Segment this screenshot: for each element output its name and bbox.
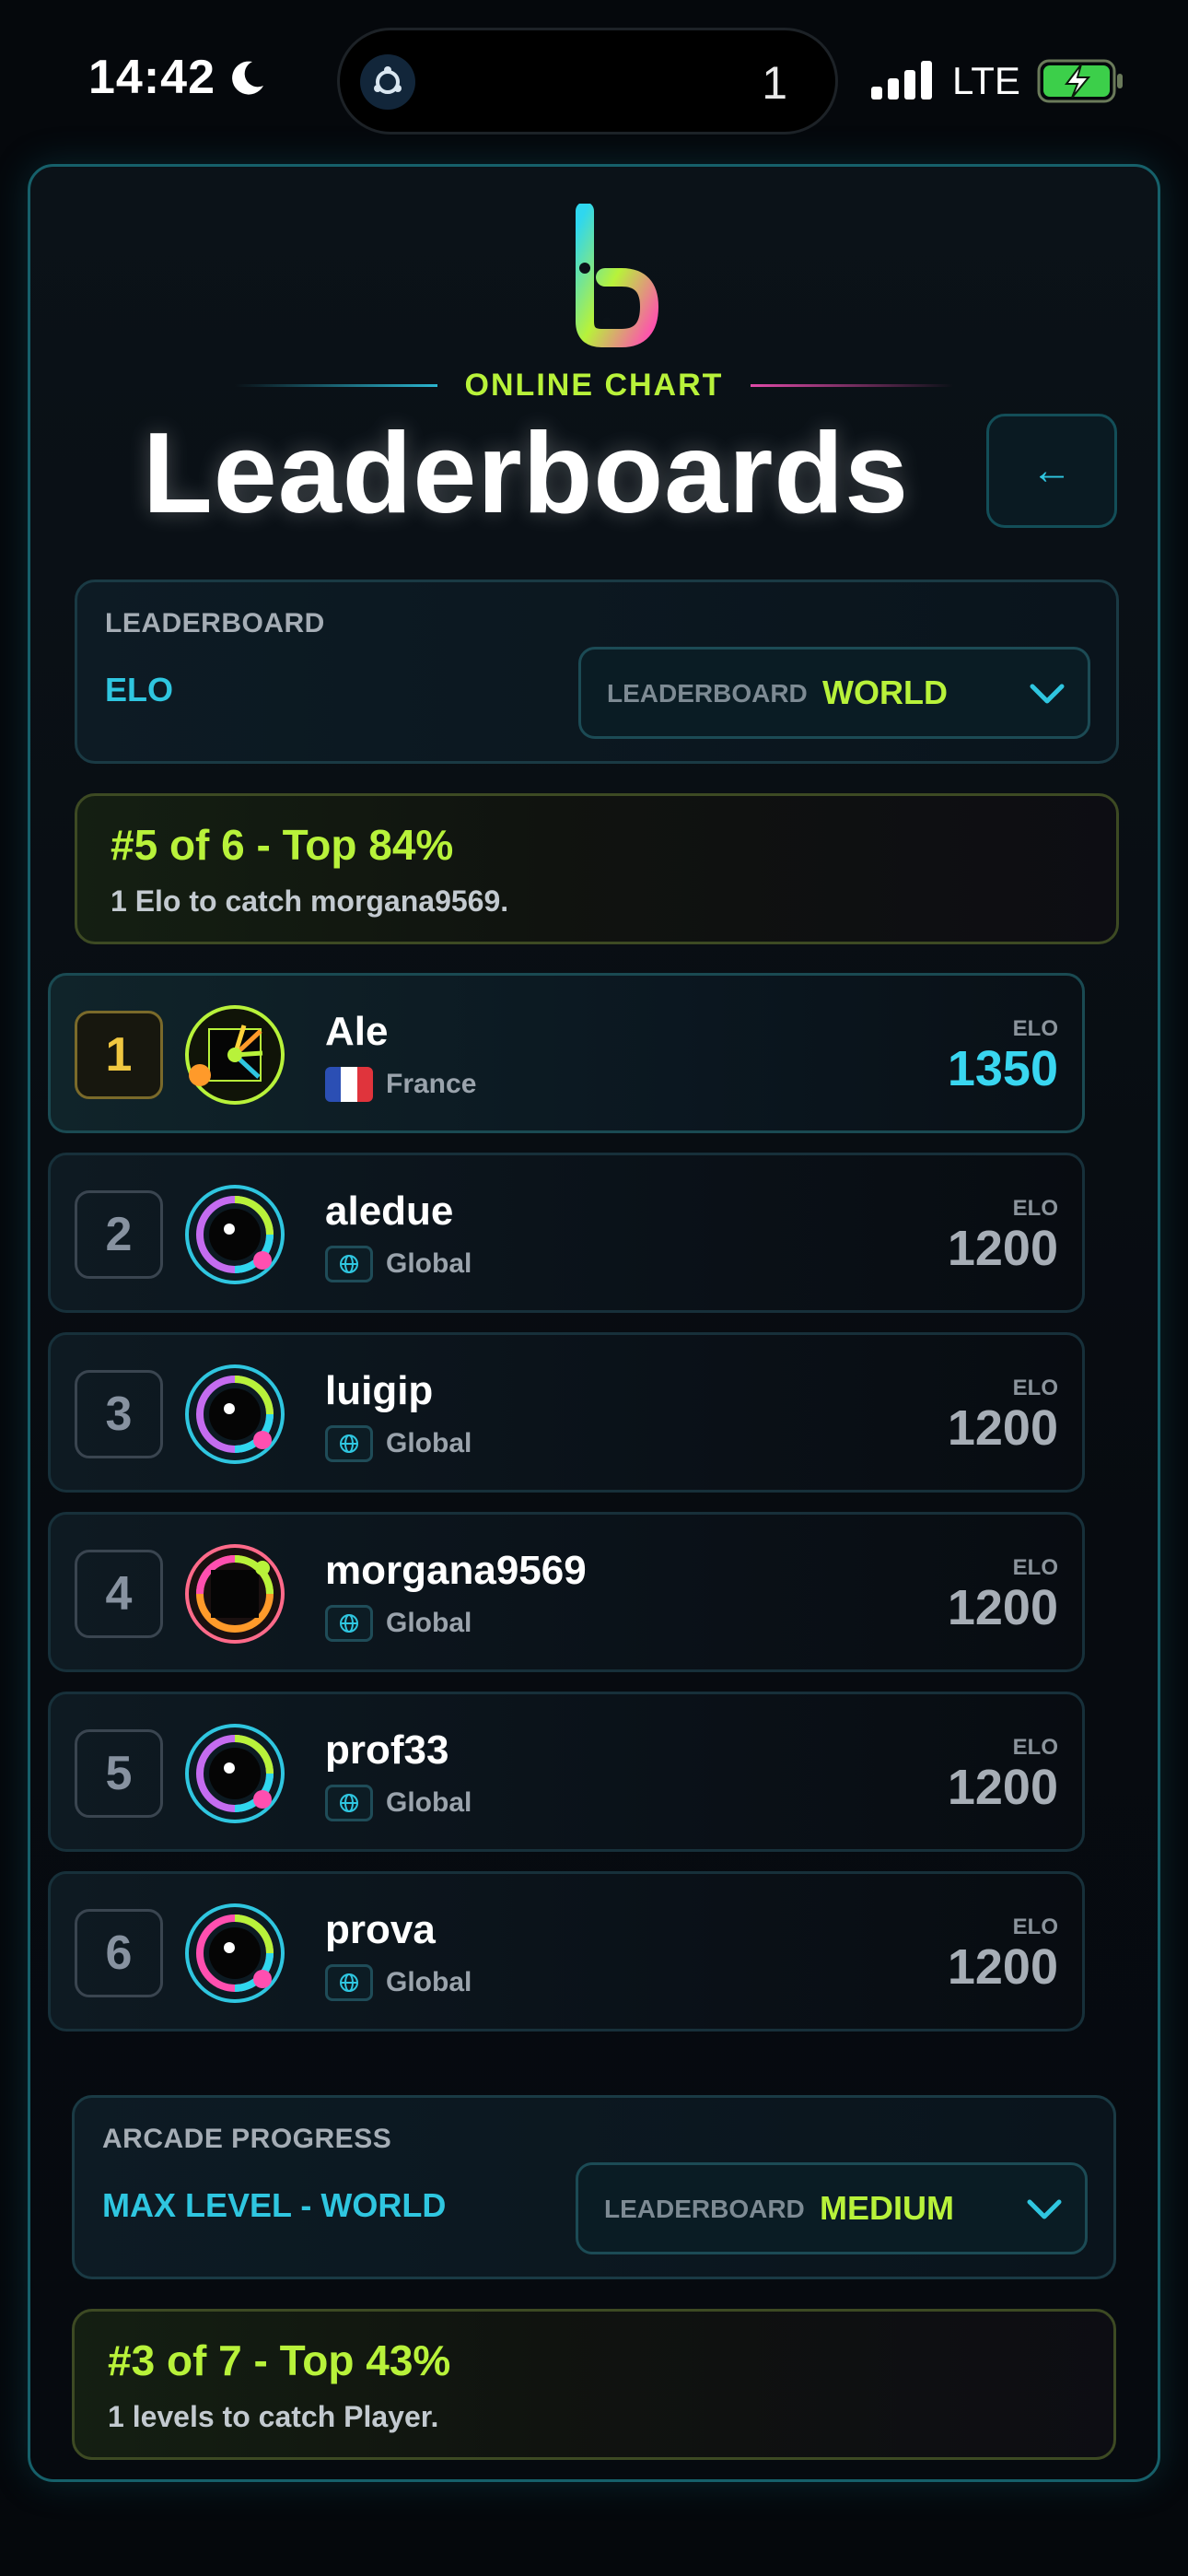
elo-label: ELO <box>1012 1016 1058 1041</box>
tagline-text: ONLINE CHART <box>464 367 724 403</box>
chart-tagline: ONLINE CHART <box>30 362 1158 408</box>
region-label: Global <box>386 1608 472 1638</box>
player-name: Ale <box>325 1009 389 1054</box>
leaderboard-row[interactable]: 3 luigip Global ELO 1200 <box>48 1332 1085 1493</box>
rank-title: #3 of 7 - Top 43% <box>108 2336 451 2384</box>
region-label: Global <box>386 1787 472 1818</box>
moon-icon <box>232 61 263 95</box>
selector-mode-value: ELO <box>105 671 174 708</box>
elo-label: ELO <box>1012 1376 1058 1400</box>
page-title: Leaderboards <box>143 410 910 537</box>
region-label: Global <box>386 1248 472 1279</box>
rank-title: #5 of 6 - Top 84% <box>111 821 454 869</box>
leaderboard-row[interactable]: 2 aledue Global ELO 1200 <box>48 1153 1085 1313</box>
player-region: Global <box>325 1244 472 1284</box>
signal-icon <box>871 61 932 100</box>
app-activity-icon <box>360 54 415 110</box>
elo-label: ELO <box>1012 1555 1058 1580</box>
rank-badge: 2 <box>75 1190 163 1279</box>
arcade-rank-panel: #3 of 7 - Top 43% 1 levels to catch Play… <box>72 2309 1116 2460</box>
chevron-down-icon <box>1030 684 1065 704</box>
island-count: 1 <box>762 57 787 109</box>
dynamic-island[interactable]: 1 <box>337 28 838 135</box>
selector-heading: ARCADE PROGRESS <box>102 2124 392 2154</box>
arcade-difficulty-dropdown[interactable]: LEADERBOARD MEDIUM <box>576 2162 1088 2254</box>
rank-badge: 1 <box>75 1011 163 1099</box>
arcade-selector-panel: ARCADE PROGRESS MAX LEVEL - WORLD LEADER… <box>72 2095 1116 2279</box>
player-region: Global <box>325 1603 472 1644</box>
chevron-down-icon <box>1027 2199 1062 2219</box>
app-logo-icon <box>576 204 659 347</box>
tagline-divider-left <box>234 383 437 387</box>
leaderboard-region-dropdown[interactable]: LEADERBOARD WORLD <box>578 647 1090 739</box>
france-flag-icon <box>325 1067 373 1102</box>
region-label: France <box>386 1069 477 1099</box>
dropdown-selected-value: WORLD <box>822 673 948 711</box>
battery-charging-icon <box>1037 59 1123 103</box>
region-label: Global <box>386 1428 472 1458</box>
player-name: prof33 <box>325 1727 449 1773</box>
selector-mode-value: MAX LEVEL - WORLD <box>102 2186 447 2224</box>
avatar-icon <box>185 1903 285 2003</box>
elo-value: 1350 <box>947 1041 1058 1096</box>
globe-icon <box>325 1785 373 1821</box>
back-button[interactable]: ← <box>986 414 1117 528</box>
player-region: Global <box>325 1423 472 1464</box>
elo-label: ELO <box>1012 1914 1058 1939</box>
avatar-icon <box>185 1364 285 1464</box>
rank-subtitle: 1 Elo to catch morgana9569. <box>111 884 509 918</box>
avatar-icon <box>185 1185 285 1284</box>
elo-value: 1200 <box>947 1580 1058 1635</box>
player-name: luigip <box>325 1368 434 1413</box>
rank-badge: 6 <box>75 1909 163 1997</box>
player-region: Global <box>325 1783 472 1823</box>
avatar-icon <box>185 1005 285 1105</box>
arrow-left-icon: ← <box>1031 448 1072 493</box>
avatar-icon <box>185 1544 285 1644</box>
elo-label: ELO <box>1012 1735 1058 1760</box>
dropdown-selected-value: MEDIUM <box>820 2189 954 2227</box>
elo-value: 1200 <box>947 1939 1058 1995</box>
globe-icon <box>325 1964 373 2001</box>
globe-icon <box>325 1246 373 1282</box>
dropdown-label: LEADERBOARD <box>604 2195 805 2223</box>
globe-icon <box>325 1605 373 1642</box>
leaderboard-row[interactable]: 4 morgana9569 Global ELO 1200 <box>48 1512 1085 1672</box>
dropdown-label: LEADERBOARD <box>607 679 808 708</box>
player-name: aledue <box>325 1188 454 1234</box>
elo-label: ELO <box>1012 1196 1058 1221</box>
status-bar: 14:42 1 LTE <box>0 0 1188 157</box>
player-name: morgana9569 <box>325 1548 587 1593</box>
rank-subtitle: 1 levels to catch Player. <box>108 2400 439 2433</box>
player-region: France <box>325 1064 476 1105</box>
rank-badge: 5 <box>75 1729 163 1818</box>
network-label: LTE <box>952 59 1020 102</box>
leaderboard-row[interactable]: 1 Ale France ELO 1350 <box>48 973 1085 1133</box>
tagline-divider-right <box>751 383 954 387</box>
rank-badge: 3 <box>75 1370 163 1458</box>
leaderboard-selector-panel: LEADERBOARD ELO LEADERBOARD WORLD <box>75 580 1119 764</box>
leaderboard-rank-panel: #5 of 6 - Top 84% 1 Elo to catch morgana… <box>75 793 1119 944</box>
leaderboard-row[interactable]: 5 prof33 Global ELO 1200 <box>48 1692 1085 1852</box>
selector-heading: LEADERBOARD <box>105 608 325 638</box>
clock-label: 14:42 <box>88 51 215 104</box>
player-name: prova <box>325 1907 436 1952</box>
avatar-icon <box>185 1724 285 1823</box>
elo-value: 1200 <box>947 1221 1058 1276</box>
elo-value: 1200 <box>947 1760 1058 1815</box>
elo-value: 1200 <box>947 1400 1058 1456</box>
status-time: 14:42 <box>88 50 267 105</box>
region-label: Global <box>386 1967 472 1997</box>
leaderboard-row[interactable]: 6 prova Global ELO 1200 <box>48 1871 1085 2032</box>
globe-icon <box>325 1425 373 1462</box>
player-region: Global <box>325 1962 472 2003</box>
rank-badge: 4 <box>75 1550 163 1638</box>
